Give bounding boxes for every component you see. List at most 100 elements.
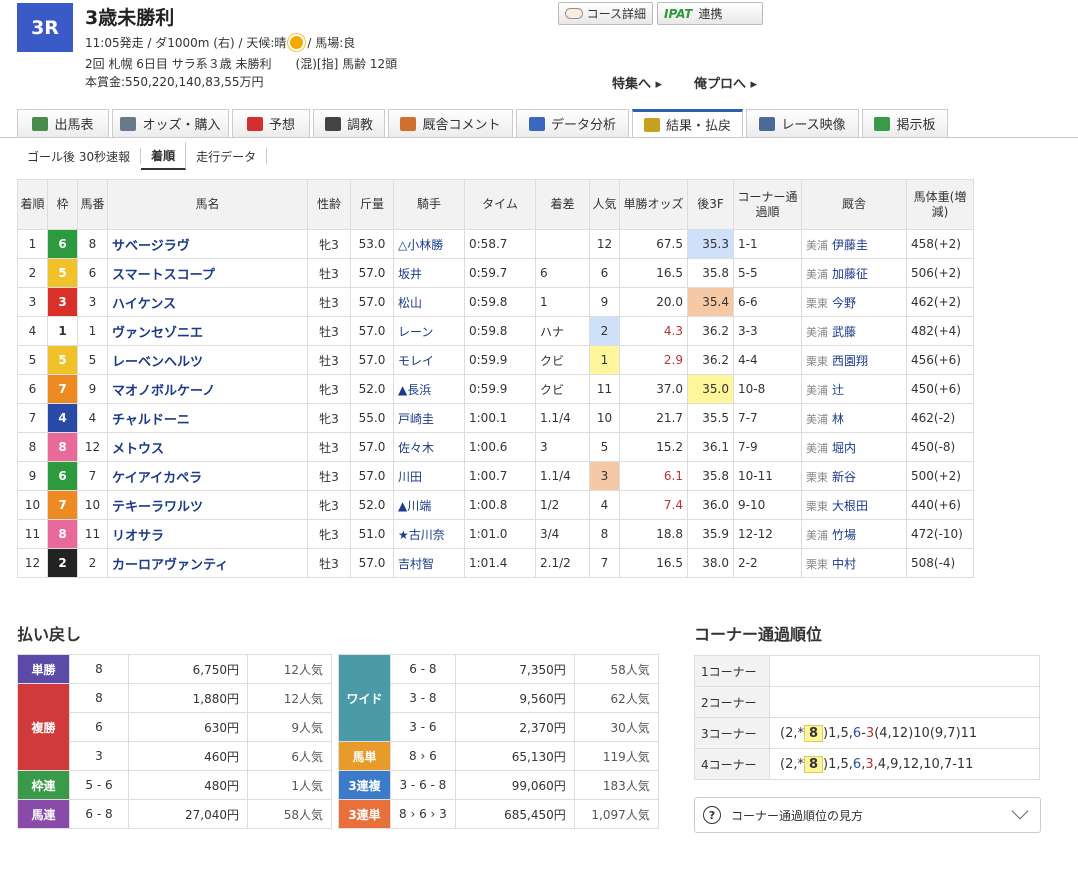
payout-type-label: 3連複: [338, 770, 391, 800]
cell-jockey[interactable]: ▲長浜: [393, 374, 465, 404]
tab-0-icon: [32, 116, 49, 131]
cell-name[interactable]: ヴァンセゾニエ: [107, 316, 308, 346]
payout-type-label: 馬単: [338, 741, 391, 771]
col-header-1: 枠: [47, 179, 78, 230]
cell-pop: 9: [589, 287, 620, 317]
cell-jockey[interactable]: 松山: [393, 287, 465, 317]
trainer-name[interactable]: 大根田: [832, 499, 868, 513]
cell-weight: 508(-4): [906, 548, 974, 578]
cell-name[interactable]: スマートスコープ: [107, 258, 308, 288]
trainer-name[interactable]: 加藤征: [832, 267, 868, 281]
cell-jockey[interactable]: △小林勝: [393, 229, 465, 259]
cell-jockey[interactable]: モレイ: [393, 345, 465, 375]
corner-value: (2,* 8)1,5,6-3(4,12)10(9,7)11: [769, 717, 1040, 749]
payout-amount: 99,060円: [454, 770, 575, 800]
cell-sex: 牡3: [307, 432, 351, 462]
trainer-region: 栗東: [806, 470, 828, 484]
corner-howto-label: コーナー通過順位の見方: [731, 808, 864, 823]
cell-jockey[interactable]: 川田: [393, 461, 465, 491]
trainer-name[interactable]: 武藤: [832, 325, 856, 339]
payout-number: 6 - 8: [390, 654, 456, 684]
cell-jockey[interactable]: ▲川端: [393, 490, 465, 520]
cell-num: 12: [77, 432, 108, 462]
cell-diff: ハナ: [535, 316, 590, 346]
tab-8[interactable]: 掲示板: [862, 109, 948, 137]
cell-diff: 2.1/2: [535, 548, 590, 578]
col-header-12: コーナー通過順: [733, 179, 802, 230]
tab-3[interactable]: 調教: [313, 109, 385, 137]
cell-name[interactable]: レーベンヘルツ: [107, 345, 308, 375]
cell-jockey[interactable]: 坂井: [393, 258, 465, 288]
cell-name[interactable]: テキーラワルツ: [107, 490, 308, 520]
cell-weight: 462(-2): [906, 403, 974, 433]
cell-name[interactable]: ハイケンス: [107, 287, 308, 317]
cell-jockey[interactable]: 吉村智: [393, 548, 465, 578]
subtab-0[interactable]: ゴール後 30秒速報: [17, 148, 142, 164]
cell-name[interactable]: カーロアヴァンティ: [107, 548, 308, 578]
cell-name[interactable]: ケイアイカペラ: [107, 461, 308, 491]
special-feature-link[interactable]: 特集へ ▸: [612, 73, 662, 92]
race-info-line1: 11:05発走 / ダ1000m (右) / 天候:晴 / 馬場:良: [85, 34, 355, 51]
cell-name[interactable]: マオノボルケーノ: [107, 374, 308, 404]
cell-name[interactable]: チャルドーニ: [107, 403, 308, 433]
cell-pos: 7: [17, 403, 48, 433]
payout-popularity: 9人気: [247, 712, 332, 742]
subtab-1[interactable]: 着順: [141, 142, 187, 170]
tab-4[interactable]: 厩舎コメント: [388, 109, 513, 137]
payout-row: ワイド 6 - 8 7,350円 58人気: [338, 654, 659, 742]
col-header-10: 単勝オッズ: [619, 179, 688, 230]
cell-waku: 7: [47, 490, 78, 520]
tab-3-icon: [324, 116, 341, 131]
trainer-name[interactable]: 伊藤圭: [832, 238, 868, 252]
corner-value: [769, 655, 1040, 687]
tab-5[interactable]: データ分析: [516, 109, 629, 137]
trainer-name[interactable]: 堀内: [832, 441, 856, 455]
cell-jockey[interactable]: 佐々木: [393, 432, 465, 462]
cell-diff: クビ: [535, 374, 590, 404]
corner-value: (2,* 8)1,5,6,3,4,9,12,10,7-11: [769, 748, 1040, 780]
tab-8-icon: [874, 116, 891, 131]
trainer-name[interactable]: 中村: [832, 557, 856, 571]
tab-4-icon: [400, 116, 417, 131]
cell-corner: 1-1: [733, 229, 802, 259]
ore-pro-link[interactable]: 俺プロへ ▸: [694, 73, 757, 92]
tab-0[interactable]: 出馬表: [17, 109, 109, 137]
cell-num: 1: [77, 316, 108, 346]
sun-icon: [290, 36, 304, 49]
trainer-name[interactable]: 辻: [832, 383, 844, 397]
cell-pos: 11: [17, 519, 48, 549]
cell-name[interactable]: サベージラヴ: [107, 229, 308, 259]
corner-label: 1コーナー: [694, 655, 770, 687]
cell-jockey[interactable]: ★古川奈: [393, 519, 465, 549]
trainer-name[interactable]: 今野: [832, 296, 856, 310]
cell-kin: 57.0: [350, 345, 394, 375]
corner-howto-accordion[interactable]: ? コーナー通過順位の見方: [694, 797, 1041, 833]
cell-diff: 1/2: [535, 490, 590, 520]
tab-1[interactable]: オッズ・購入: [112, 109, 229, 137]
payout-number: 5 - 6: [69, 770, 129, 800]
race-number-badge: 3R: [17, 3, 73, 52]
cell-pop: 8: [589, 519, 620, 549]
cell-pos: 4: [17, 316, 48, 346]
cell-jockey[interactable]: レーン: [393, 316, 465, 346]
payout-popularity: 62人気: [573, 683, 659, 713]
cell-weight: 450(-8): [906, 432, 974, 462]
trainer-name[interactable]: 竹場: [832, 528, 856, 542]
tab-7[interactable]: レース映像: [746, 109, 859, 137]
trainer-name[interactable]: 新谷: [832, 470, 856, 484]
ipat-link-button[interactable]: IPAT 連携: [657, 2, 763, 25]
trainer-name[interactable]: 西園翔: [832, 354, 868, 368]
cell-name[interactable]: メトウス: [107, 432, 308, 462]
cell-time: 0:59.7: [464, 258, 536, 288]
tab-2[interactable]: 予想: [232, 109, 310, 137]
subtab-2[interactable]: 走行データ: [186, 148, 268, 164]
course-detail-button[interactable]: コース詳細: [558, 2, 653, 25]
trainer-name[interactable]: 林: [832, 412, 844, 426]
cell-name[interactable]: リオサラ: [107, 519, 308, 549]
cell-weight: 472(-10): [906, 519, 974, 549]
cell-jockey[interactable]: 戸崎圭: [393, 403, 465, 433]
payout-type-label: 枠連: [17, 770, 70, 800]
tab-6[interactable]: 結果・払戻: [632, 109, 743, 137]
table-row: 4 1 1 ヴァンセゾニエ 牡3 57.0 レーン 0:59.8 ハナ 2 4.3 36.2 3-3 美浦…: [17, 316, 974, 346]
cell-corner: 9-10: [733, 490, 802, 520]
